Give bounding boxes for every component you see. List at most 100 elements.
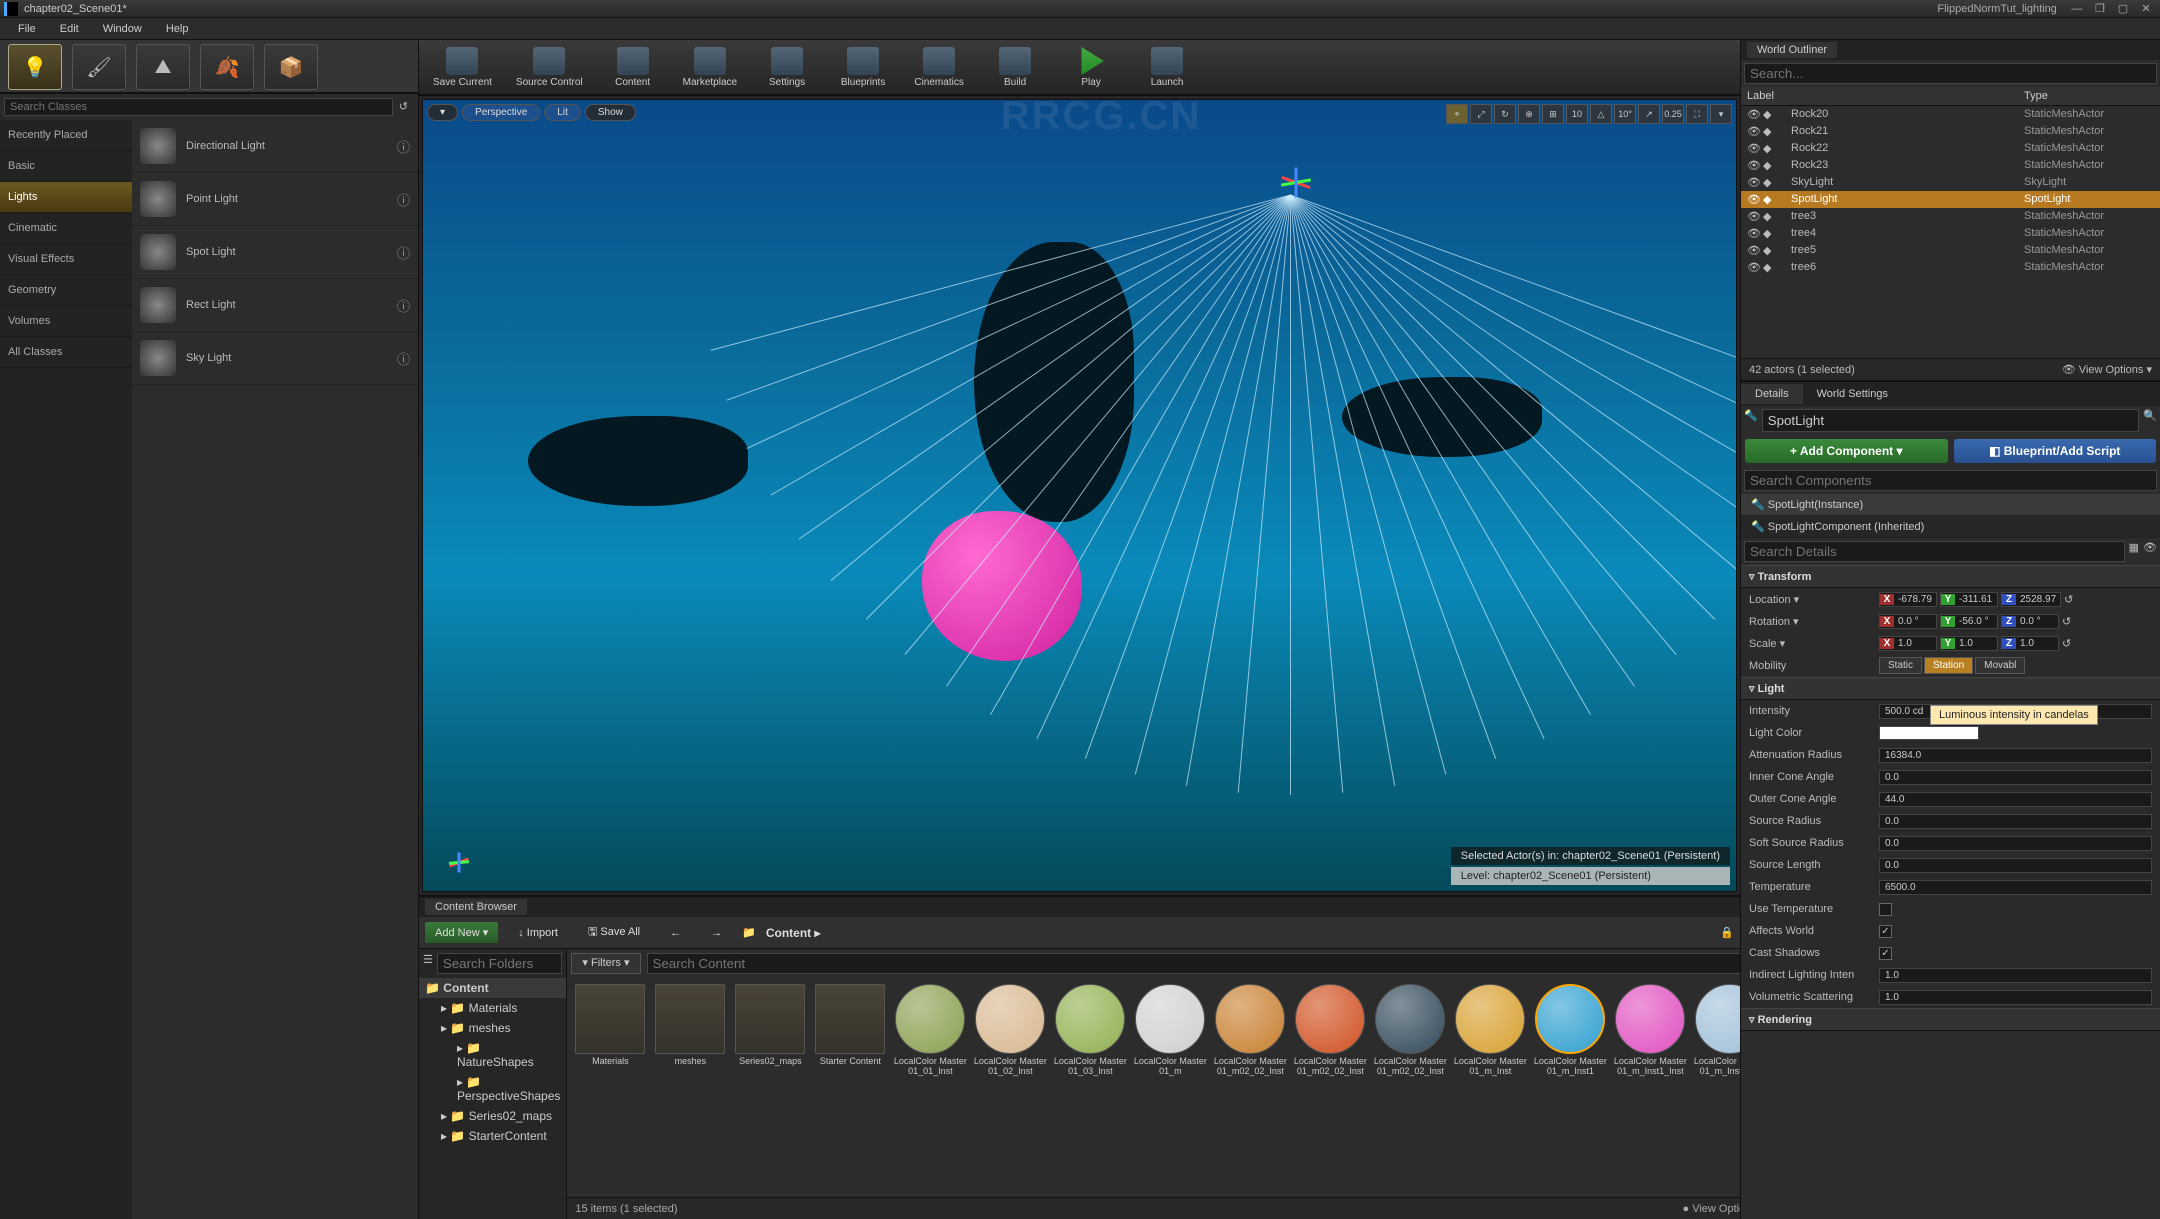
- viewport-tool-button[interactable]: ↗: [1638, 104, 1660, 124]
- placer-cat-all-classes[interactable]: All Classes: [0, 337, 132, 368]
- menu-file[interactable]: File: [6, 21, 48, 37]
- breadcrumb[interactable]: Content ▸: [766, 926, 821, 940]
- asset-folder[interactable]: meshes: [653, 984, 727, 1067]
- component-row[interactable]: 🔦 SpotLight(Instance): [1741, 494, 2160, 516]
- menu-edit[interactable]: Edit: [48, 21, 91, 37]
- outliner-row[interactable]: 👁◆Rock20StaticMeshActor: [1741, 106, 2160, 123]
- visibility-icon[interactable]: 👁: [1747, 244, 1763, 257]
- light-header[interactable]: ▿ Light: [1741, 677, 2160, 700]
- asset-mat[interactable]: LocalColor Master01_m_Inst1: [1533, 984, 1607, 1077]
- asset-folder[interactable]: Starter Content: [813, 984, 887, 1067]
- outliner-row[interactable]: 👁◆tree3StaticMeshActor: [1741, 208, 2160, 225]
- viewport-tool-button[interactable]: △: [1590, 104, 1612, 124]
- source-control-button[interactable]: Source Control: [510, 44, 589, 90]
- world-settings-tab[interactable]: World Settings: [1803, 384, 1902, 404]
- number-input[interactable]: 0.0: [1879, 858, 2152, 873]
- number-input[interactable]: 6500.0: [1879, 880, 2152, 895]
- tree-node[interactable]: 📁 Content: [419, 978, 566, 998]
- number-input[interactable]: 0.0: [1879, 814, 2152, 829]
- transform-header[interactable]: ▿ Transform: [1741, 565, 2160, 588]
- viewport-tool-button[interactable]: ⤢: [1470, 104, 1492, 124]
- component-row[interactable]: 🔦 SpotLightComponent (Inherited): [1741, 516, 2160, 538]
- restore-button[interactable]: ❐: [2090, 2, 2110, 15]
- history-fwd-button[interactable]: →: [701, 923, 732, 943]
- asset-mat[interactable]: LocalColor Master01_m_Inst1_Inst: [1613, 984, 1687, 1077]
- property-matrix-icon[interactable]: ▦: [2129, 541, 2139, 562]
- number-input[interactable]: 16384.0: [1879, 748, 2152, 763]
- visibility-icon[interactable]: 👁: [1747, 227, 1763, 240]
- tree-node[interactable]: ▸ 📁 Series02_maps: [419, 1106, 566, 1126]
- info-icon[interactable]: ⓘ: [397, 349, 410, 368]
- outliner-label-header[interactable]: Label: [1747, 90, 2024, 102]
- viewport-pill[interactable]: Perspective: [462, 104, 540, 121]
- build-button[interactable]: Build: [983, 44, 1047, 90]
- reset-icon[interactable]: ↺: [2064, 593, 2073, 606]
- asset-mat[interactable]: LocalColor Master01_01_Inst: [893, 984, 967, 1077]
- lock-icon[interactable]: 🔒: [1720, 926, 1734, 939]
- menu-window[interactable]: Window: [91, 21, 154, 37]
- content-browser-tab[interactable]: Content Browser: [425, 899, 527, 915]
- number-input[interactable]: 0.0: [1879, 836, 2152, 851]
- close-button[interactable]: ✕: [2136, 2, 2156, 15]
- visibility-icon[interactable]: 👁: [1747, 125, 1763, 138]
- asset-folder[interactable]: Series02_maps: [733, 984, 807, 1067]
- viewport-tool-button[interactable]: ⊞: [1542, 104, 1564, 124]
- visibility-icon[interactable]: 👁: [1747, 210, 1763, 223]
- rendering-header[interactable]: ▿ Rendering: [1741, 1008, 2160, 1031]
- viewport[interactable]: ▾PerspectiveLitShow ⌖⤢↻⊕⊞10△10°↗0.25⛶▾: [422, 99, 1737, 892]
- viewport-tool-button[interactable]: ⛶: [1686, 104, 1708, 124]
- folder-icon[interactable]: 📁: [742, 926, 756, 939]
- info-icon[interactable]: ⓘ: [397, 137, 410, 156]
- menu-help[interactable]: Help: [154, 21, 201, 37]
- outliner-type-header[interactable]: Type: [2024, 90, 2154, 102]
- placer-cat-visual-effects[interactable]: Visual Effects: [0, 244, 132, 275]
- marketplace-button[interactable]: Marketplace: [677, 44, 743, 90]
- add-component-button[interactable]: + Add Component ▾: [1745, 439, 1948, 463]
- actor-name-input[interactable]: [1762, 409, 2140, 432]
- info-icon[interactable]: ⓘ: [397, 243, 410, 262]
- viewport-tool-button[interactable]: 10°: [1614, 104, 1636, 124]
- folder-search-input[interactable]: [437, 953, 563, 974]
- details-tab[interactable]: Details: [1741, 384, 1803, 404]
- asset-mat[interactable]: LocalColor Master01_m: [1133, 984, 1207, 1077]
- paint-mode-button[interactable]: 🖌: [72, 44, 126, 90]
- import-button[interactable]: ↓ Import: [508, 923, 568, 943]
- mobility-movabl[interactable]: Movabl: [1975, 657, 2025, 674]
- save-current-button[interactable]: Save Current: [427, 44, 498, 90]
- visibility-icon[interactable]: 👁: [1747, 176, 1763, 189]
- placer-item[interactable]: Sky Lightⓘ: [132, 332, 418, 385]
- save-all-button[interactable]: 🖫 Save All: [578, 919, 650, 946]
- viewport-tool-button[interactable]: ⌖: [1446, 104, 1468, 124]
- asset-mat[interactable]: LocalColor Master01_m02_02_Inst: [1293, 984, 1367, 1077]
- viewport-tool-button[interactable]: 10: [1566, 104, 1588, 124]
- history-back-button[interactable]: ←: [660, 923, 691, 943]
- placer-item[interactable]: Point Lightⓘ: [132, 173, 418, 226]
- viewport-tool-button[interactable]: 0.25: [1662, 104, 1684, 124]
- asset-folder[interactable]: Materials: [573, 984, 647, 1067]
- number-input[interactable]: 0.0: [1879, 770, 2152, 785]
- foliage-mode-button[interactable]: 🍂: [200, 44, 254, 90]
- checkbox[interactable]: [1879, 925, 1892, 938]
- cinematics-button[interactable]: Cinematics: [907, 44, 971, 90]
- play-button[interactable]: Play: [1059, 44, 1123, 90]
- outliner-row[interactable]: 👁◆Rock23StaticMeshActor: [1741, 157, 2160, 174]
- number-input[interactable]: 1.0: [1879, 968, 2152, 983]
- mobility-station[interactable]: Station: [1924, 657, 1973, 674]
- details-search-input[interactable]: [1744, 541, 2125, 562]
- placer-item[interactable]: Spot Lightⓘ: [132, 226, 418, 279]
- settings-button[interactable]: Settings: [755, 44, 819, 90]
- blueprint-button[interactable]: ◧ Blueprint/Add Script: [1954, 439, 2157, 463]
- info-icon[interactable]: ⓘ: [397, 190, 410, 209]
- browse-icon[interactable]: 🔍: [2143, 409, 2157, 432]
- eye-icon[interactable]: 👁: [2143, 541, 2157, 562]
- outliner-view-options[interactable]: 👁 View Options ▾: [2062, 363, 2152, 376]
- add-new-button[interactable]: Add New ▾: [425, 922, 498, 943]
- world-outliner-tab[interactable]: World Outliner: [1747, 42, 1837, 58]
- minimize-button[interactable]: —: [2067, 3, 2087, 15]
- outliner-row[interactable]: 👁◆tree6StaticMeshActor: [1741, 259, 2160, 276]
- visibility-icon[interactable]: 👁: [1747, 261, 1763, 274]
- tree-node[interactable]: ▸ 📁 NatureShapes: [419, 1038, 566, 1072]
- checkbox[interactable]: [1879, 903, 1892, 916]
- placer-search-input[interactable]: [4, 98, 393, 116]
- placer-cat-geometry[interactable]: Geometry: [0, 275, 132, 306]
